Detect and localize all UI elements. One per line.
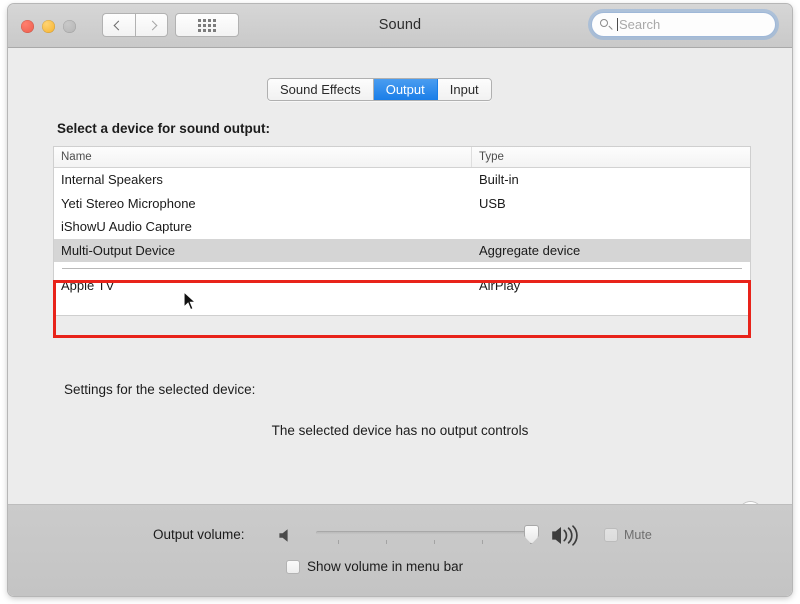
- device-type: USB: [479, 195, 506, 211]
- table-row[interactable]: iShowU Audio Capture: [54, 215, 750, 239]
- tab-input[interactable]: Input: [437, 79, 491, 100]
- show-volume-in-menu-bar-row[interactable]: Show volume in menu bar: [286, 559, 463, 574]
- output-volume-slider[interactable]: [316, 523, 539, 549]
- show-volume-label: Show volume in menu bar: [307, 559, 464, 574]
- section-label: Select a device for sound output:: [57, 121, 271, 136]
- device-type: Aggregate device: [479, 242, 581, 258]
- column-header-type[interactable]: Type: [472, 147, 750, 167]
- table-header-row: Name Type: [54, 147, 750, 168]
- output-volume-row: Output volume: Mute: [8, 523, 792, 549]
- tab-sound-effects[interactable]: Sound Effects: [268, 79, 374, 100]
- speaker-mute-icon: [279, 529, 288, 542]
- table-group-separator: [54, 262, 750, 274]
- mute-checkbox-row[interactable]: Mute: [604, 528, 652, 542]
- settings-label: Settings for the selected device:: [64, 382, 256, 397]
- device-type: Built-in: [479, 172, 519, 188]
- search-icon: [600, 18, 612, 31]
- search-input[interactable]: [619, 17, 759, 32]
- slider-track[interactable]: [316, 531, 538, 535]
- search-field[interactable]: [591, 12, 776, 37]
- device-name: Multi-Output Device: [61, 242, 176, 258]
- mute-label: Mute: [624, 528, 652, 542]
- tab-output[interactable]: Output: [373, 79, 438, 100]
- sound-preferences-window: Sound Sound Effects Output Input Select …: [8, 4, 792, 596]
- device-name: Yeti Stereo Microphone: [61, 195, 196, 211]
- show-volume-checkbox[interactable]: [286, 559, 300, 574]
- table-row[interactable]: Apple TV AirPlay: [54, 274, 750, 298]
- no-output-controls-message: The selected device has no output contro…: [271, 423, 529, 438]
- output-input-tab-bar: Sound Effects Output Input: [267, 78, 492, 101]
- mute-checkbox[interactable]: [604, 528, 618, 542]
- table-row[interactable]: Multi-Output Device Aggregate device: [54, 238, 750, 262]
- device-name: Internal Speakers: [61, 172, 163, 188]
- volume-controls-bar: Output volume: Mute Show volume in menu …: [8, 504, 792, 596]
- device-type: AirPlay: [479, 278, 521, 294]
- device-name: iShowU Audio Capture: [61, 219, 192, 235]
- device-table[interactable]: Name Type Internal Speakers Built-in Yet…: [53, 146, 751, 316]
- text-caret: [617, 18, 618, 31]
- window-titlebar: Sound: [8, 4, 792, 48]
- slider-tick-marks: [316, 540, 538, 545]
- speaker-loud-icon: [552, 525, 578, 546]
- output-volume-label: Output volume:: [153, 527, 245, 542]
- preferences-content: Sound Effects Output Input Select a devi…: [8, 48, 792, 596]
- device-name: Apple TV: [61, 278, 115, 294]
- table-row[interactable]: Yeti Stereo Microphone USB: [54, 192, 750, 216]
- table-row[interactable]: Internal Speakers Built-in: [54, 168, 750, 192]
- column-header-name[interactable]: Name: [54, 147, 472, 167]
